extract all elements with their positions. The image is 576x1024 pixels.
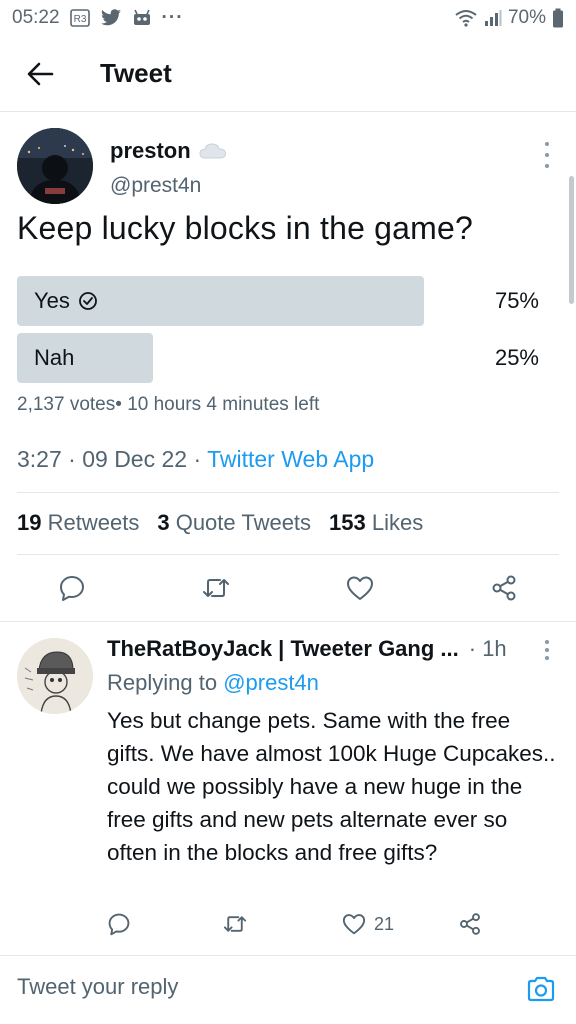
battery-percent: 70% <box>507 7 546 28</box>
quote-tweets-stat[interactable]: 3 Quote Tweets <box>157 510 311 536</box>
reply-header: TheRatBoyJack | Tweeter Gang ... · 1h <box>107 636 567 662</box>
reply-time: · 1h <box>468 636 507 661</box>
tweet-text: Keep lucky blocks in the game? <box>17 210 474 246</box>
replying-to: Replying to @prest4n <box>107 670 319 696</box>
back-button[interactable] <box>0 36 80 112</box>
retweet-icon <box>203 579 229 597</box>
poll-meta: 2,137 votes• 10 hours 4 minutes left <box>17 394 319 416</box>
poll-separator: • <box>115 394 128 415</box>
share-icon <box>492 575 516 601</box>
time-separator: · <box>61 446 83 472</box>
author-name-text: preston <box>110 138 191 163</box>
reply-like-button[interactable]: 21 <box>342 906 394 942</box>
retweet-button[interactable] <box>196 568 236 608</box>
tweet-more-button[interactable] <box>536 142 558 168</box>
reply-retweet-button[interactable] <box>222 906 248 942</box>
poll-option-label: Nah <box>34 345 74 371</box>
tweet-date: 09 Dec 22 <box>82 446 188 472</box>
scrollbar[interactable] <box>569 176 574 304</box>
likes-label: Likes <box>371 510 424 535</box>
check-circle-icon <box>78 292 97 310</box>
tweet-actions <box>0 568 576 608</box>
app-header: Tweet <box>0 36 576 112</box>
share-button[interactable] <box>484 568 524 608</box>
tweet-stats: 19 Retweets 3 Quote Tweets 153 Likes <box>17 510 423 536</box>
cloud-emoji-icon <box>199 143 226 159</box>
poll-votes: 2,137 votes <box>17 394 116 415</box>
battery-icon <box>552 8 564 28</box>
poll-option-text: Nah <box>34 345 75 370</box>
quotes-label: Quote Tweets <box>175 510 312 535</box>
wifi-icon <box>454 9 478 27</box>
reply-more-button[interactable] <box>536 640 558 660</box>
reply-author-avatar[interactable] <box>17 638 93 714</box>
poll-option-nah: Nah 25% <box>17 333 559 383</box>
reply-compose-bar <box>0 955 576 1024</box>
app-notification-icon: R3 <box>69 9 90 27</box>
author-handle[interactable]: @prest4n <box>110 174 201 198</box>
status-time: 05:22 <box>12 7 60 28</box>
poll-option-percent: 75% <box>494 288 539 313</box>
page-title: Tweet <box>100 58 172 88</box>
camera-icon <box>527 976 555 1002</box>
retweet-icon <box>223 916 247 932</box>
status-bar: 05:22 R3 ··· 70% <box>0 0 576 36</box>
camera-button[interactable] <box>524 972 558 1006</box>
more-notifications-icon: ··· <box>161 7 184 28</box>
poll-option-percent: 25% <box>494 345 539 370</box>
reply-reply-button[interactable] <box>107 906 131 942</box>
poll-option-text: Yes <box>34 288 70 313</box>
poll-time-left: 10 hours 4 minutes left <box>127 394 320 415</box>
robot-app-icon <box>132 9 152 27</box>
heart-icon <box>347 576 373 600</box>
svg-text:R3: R3 <box>73 14 86 25</box>
reply-icon <box>108 913 130 936</box>
tweet-timestamp: 3:27 · 09 Dec 22 · Twitter Web App <box>17 446 374 473</box>
more-dot <box>545 648 549 652</box>
likes-count: 153 <box>329 510 366 535</box>
reply-share-button[interactable] <box>458 906 482 942</box>
reply-author-name[interactable]: TheRatBoyJack | Tweeter Gang ... <box>107 636 459 662</box>
more-dot <box>545 640 549 644</box>
retweets-stat[interactable]: 19 Retweets <box>17 510 139 536</box>
reply-input[interactable] <box>17 974 497 1000</box>
back-arrow-icon <box>27 62 54 85</box>
reply-button[interactable] <box>52 568 92 608</box>
time-separator: · <box>187 446 208 472</box>
more-dot <box>545 142 549 146</box>
more-dot <box>545 164 549 168</box>
poll-option-label: Yes <box>34 288 98 314</box>
tweet-source-link[interactable]: Twitter Web App <box>207 446 374 472</box>
reply-actions: 21 <box>0 906 576 942</box>
reply-icon <box>60 576 84 601</box>
reply-like-count: 21 <box>374 913 395 934</box>
more-dot <box>545 656 549 660</box>
share-icon <box>460 913 480 935</box>
more-dot <box>545 153 549 157</box>
poll-option-yes: Yes 75% <box>17 276 559 326</box>
tweet-time: 3:27 <box>17 446 62 472</box>
divider <box>17 554 559 555</box>
likes-stat[interactable]: 153 Likes <box>329 510 423 536</box>
retweets-label: Retweets <box>47 510 140 535</box>
reply-text: Yes but change pets. Same with the free … <box>107 708 556 865</box>
author-name[interactable]: preston <box>110 138 227 164</box>
heart-icon <box>342 914 366 935</box>
like-button[interactable] <box>340 568 380 608</box>
divider <box>17 492 559 493</box>
retweets-count: 19 <box>17 510 42 535</box>
quotes-count: 3 <box>157 510 170 535</box>
section-divider <box>0 621 576 622</box>
twitter-bird-icon <box>100 9 122 27</box>
replying-to-mention[interactable]: @prest4n <box>223 670 319 695</box>
author-avatar[interactable] <box>17 128 93 204</box>
signal-icon <box>484 9 502 27</box>
replying-prefix: Replying to <box>107 670 224 695</box>
